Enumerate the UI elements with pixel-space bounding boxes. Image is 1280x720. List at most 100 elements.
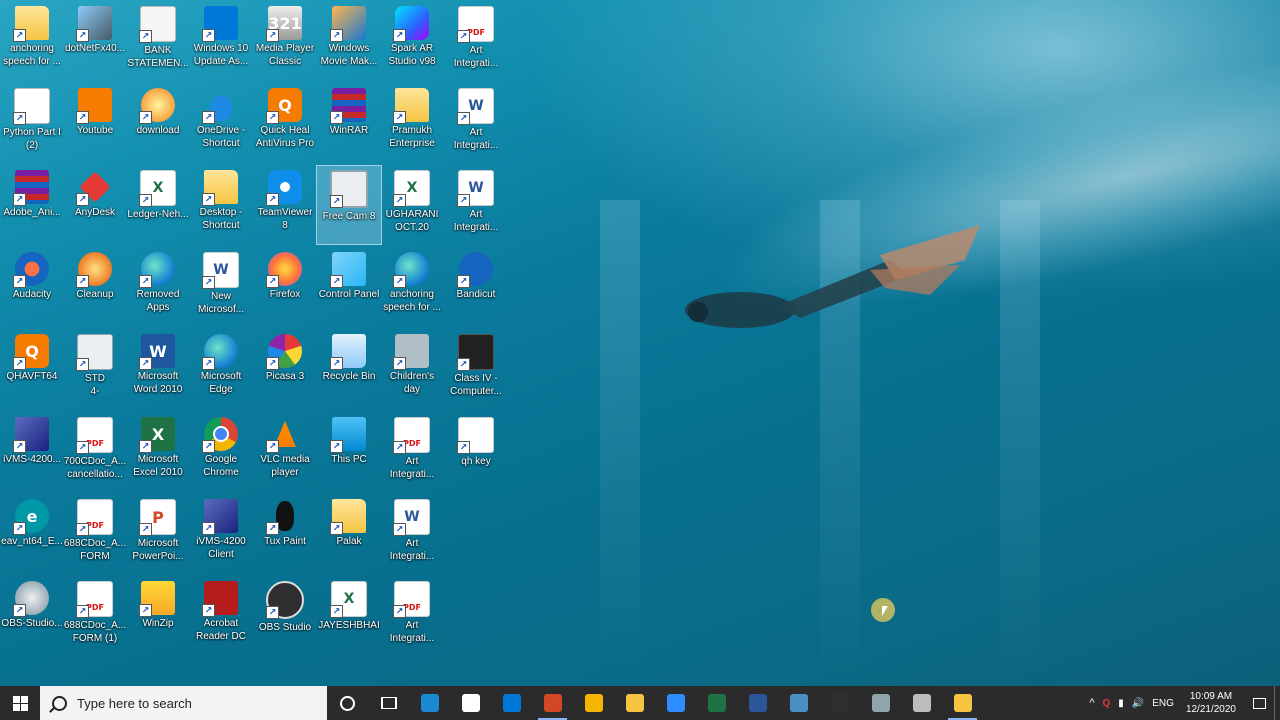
desktop-icon[interactable]: ↗ TeamViewer 8 (253, 166, 317, 244)
desktop-icon-label: iVMS-4200 Client (196, 536, 246, 560)
desktop-icon[interactable]: X ↗ UGHARANI OCT.20 (380, 166, 444, 244)
desktop-icon[interactable]: ↗ Free Cam 8 (316, 165, 382, 245)
desktop-icon[interactable]: ↗ OneDrive - Shortcut (189, 84, 253, 162)
desktop-icon[interactable]: ↗ Control Panel (317, 248, 381, 326)
desktop-icon[interactable]: ↗ Picasa 3 (253, 330, 317, 408)
search-box[interactable]: Type here to search (40, 686, 327, 720)
show-desktop-button[interactable] (1274, 686, 1280, 720)
battery-icon[interactable]: ▮ (1114, 698, 1128, 709)
desktop-icon[interactable]: ↗ Adobe_Ani... (0, 166, 64, 244)
desktop-icon[interactable]: ↗ VLC media player (253, 413, 317, 491)
desktop-icon[interactable]: ↗ Palak (317, 495, 381, 573)
desktop-icon[interactable]: ↗ STD 4-COMPUTE... (63, 330, 127, 408)
desktop-icon-label: Recycle Bin (322, 371, 376, 382)
desktop-icon[interactable]: Q ↗ Quick Heal AntiVirus Pro (253, 84, 317, 162)
action-center-button[interactable] (1244, 686, 1274, 720)
taskbar-app-button[interactable] (942, 686, 983, 720)
desktop-icon[interactable]: PDF ↗ 688CDoc_A... FORM (63, 495, 127, 573)
desktop-icon[interactable]: X ↗ Microsoft Excel 2010 (126, 413, 190, 491)
desktop-icon[interactable]: PDF ↗ 700CDoc_A... cancellatio... (63, 413, 127, 491)
desktop-icon[interactable]: ↗ Removed Apps (126, 248, 190, 326)
desktop-icon[interactable]: ↗ Firefox (253, 248, 317, 326)
desktop-icon-label: Palak (336, 536, 362, 547)
desktop-icon[interactable]: PDF ↗ Art Integrati... (380, 413, 444, 491)
taskbar-app-button[interactable] (655, 686, 696, 720)
taskbar-app-button[interactable] (450, 686, 491, 720)
desktop-icon[interactable]: ↗ Tux Paint (253, 495, 317, 573)
desktop-icon[interactable]: ↗ Microsoft Edge (189, 330, 253, 408)
desktop-icon[interactable]: ↗ Windows 10 Update As... (189, 2, 253, 80)
desktop-icon[interactable]: W ↗ Art Integrati... (444, 166, 508, 244)
desktop-icon[interactable]: ↗ anchoring speech for ... (380, 248, 444, 326)
desktop-icon[interactable]: ↗ Youtube (63, 84, 127, 162)
desktop-icon[interactable]: ↗ WinZip (126, 577, 190, 655)
shortcut-arrow-icon: ↗ (457, 358, 470, 371)
winzip-icon: ↗ (139, 581, 175, 617)
taskbar-app-button[interactable] (573, 686, 614, 720)
taskbar-app-button[interactable] (491, 686, 532, 720)
desktop-icon[interactable]: PDF ↗ Art Integrati... (444, 2, 508, 80)
desktop-icon[interactable]: ↗ Pramukh Enterprise (380, 84, 444, 162)
desktop-icon[interactable]: W ↗ Art Integrati... (380, 495, 444, 573)
taskbar-app-button[interactable] (778, 686, 819, 720)
taskbar-app-button[interactable] (819, 686, 860, 720)
shortcut-arrow-icon: ↗ (13, 193, 26, 206)
taskbar-app-button[interactable] (737, 686, 778, 720)
desktop-icon[interactable]: ↗ OBS Studio (253, 577, 317, 655)
desktop-icon[interactable]: W ↗ New Microsof... (189, 248, 253, 326)
desktop-icon[interactable]: ↗ Bandicut (444, 248, 508, 326)
blank-file-icon: ↗ (13, 88, 50, 125)
desktop-icon[interactable]: PDF ↗ Art Integrati... (380, 577, 444, 655)
desktop-icon[interactable]: ↗ iVMS-4200... (0, 413, 64, 491)
desktop-icon[interactable]: X ↗ Ledger-Neh... (126, 166, 190, 244)
desktop-icon-label: anchoring speech for ... (383, 289, 441, 313)
task-view-button[interactable] (368, 686, 409, 720)
desktop-icon[interactable]: ↗ iVMS-4200 Client (189, 495, 253, 573)
desktop-icon[interactable]: ↗ Python Part I (2) (0, 84, 64, 162)
desktop-icon[interactable]: ↗ Windows Movie Mak... (317, 2, 381, 80)
desktop-icon[interactable]: ↗ AnyDesk (63, 166, 127, 244)
desktop-icon[interactable]: ↗ Cleanup (63, 248, 127, 326)
desktop-icon[interactable]: ↗ dotNetFx40... (63, 2, 127, 80)
cortana-button[interactable] (327, 686, 368, 720)
taskbar-app-button[interactable] (901, 686, 942, 720)
desktop-icon[interactable]: ↗ Class IV - Computer... (444, 330, 508, 408)
taskbar-app-button[interactable] (614, 686, 655, 720)
start-button[interactable] (0, 686, 40, 720)
desktop-icon[interactable]: PDF ↗ 688CDoc_A... FORM (1) (63, 577, 127, 655)
shortcut-arrow-icon: ↗ (266, 111, 279, 124)
desktop-icon[interactable]: Q ↗ QHAVFT64 (0, 330, 64, 408)
desktop-icon[interactable]: P ↗ Microsoft PowerPoi... (126, 495, 190, 573)
taskbar-app-button[interactable] (696, 686, 737, 720)
language-indicator[interactable]: ENG (1148, 698, 1178, 709)
desktop-icon[interactable]: e ↗ eav_nt64_E... (0, 495, 64, 573)
winrar-icon: ↗ (330, 88, 366, 124)
desktop-icon[interactable]: ↗ Children's day (380, 330, 444, 408)
desktop-icon[interactable]: ↗ Recycle Bin (317, 330, 381, 408)
desktop-icon[interactable]: ↗ BANK STATEMEN... (126, 2, 190, 80)
taskbar-app-button[interactable] (532, 686, 573, 720)
desktop-icon[interactable]: W ↗ Microsoft Word 2010 (126, 330, 190, 408)
desktop-icon[interactable]: X ↗ JAYESHBHAI (317, 577, 381, 655)
taskbar-app-button[interactable] (860, 686, 901, 720)
desktop-icon[interactable]: ↗ Spark AR Studio v98 (380, 2, 444, 80)
desktop-icon[interactable]: ↗ Acrobat Reader DC (189, 577, 253, 655)
desktop-icon[interactable]: W ↗ Art Integrati... (444, 84, 508, 162)
desktop-icon[interactable]: ↗ OBS-Studio... (0, 577, 64, 655)
shortcut-arrow-icon: ↗ (13, 357, 26, 370)
desktop-icon[interactable]: ↗ WinRAR (317, 84, 381, 162)
desktop-icon[interactable]: ↗ Audacity (0, 248, 64, 326)
clock[interactable]: 10:09 AM 12/21/2020 (1178, 690, 1244, 716)
desktop-icon[interactable]: ↗ anchoring speech for ... (0, 2, 64, 80)
chrome-icon (584, 694, 603, 712)
quick-heal-tray-icon[interactable]: Q (1099, 698, 1115, 709)
desktop-icon[interactable]: 321 ↗ Media Player Classic (253, 2, 317, 80)
taskbar-app-button[interactable] (409, 686, 450, 720)
desktop-icon[interactable]: ↗ Desktop - Shortcut (189, 166, 253, 244)
desktop-icon[interactable]: ↗ Google Chrome (189, 413, 253, 491)
desktop-icon[interactable]: ↗ qh key (444, 413, 508, 491)
desktop-icon[interactable]: ↗ This PC (317, 413, 381, 491)
volume-icon[interactable]: 🔊 (1128, 698, 1148, 709)
show-hidden-icons-chevron-icon[interactable]: ^ (1085, 697, 1098, 709)
desktop-icon[interactable]: ↗ download (126, 84, 190, 162)
